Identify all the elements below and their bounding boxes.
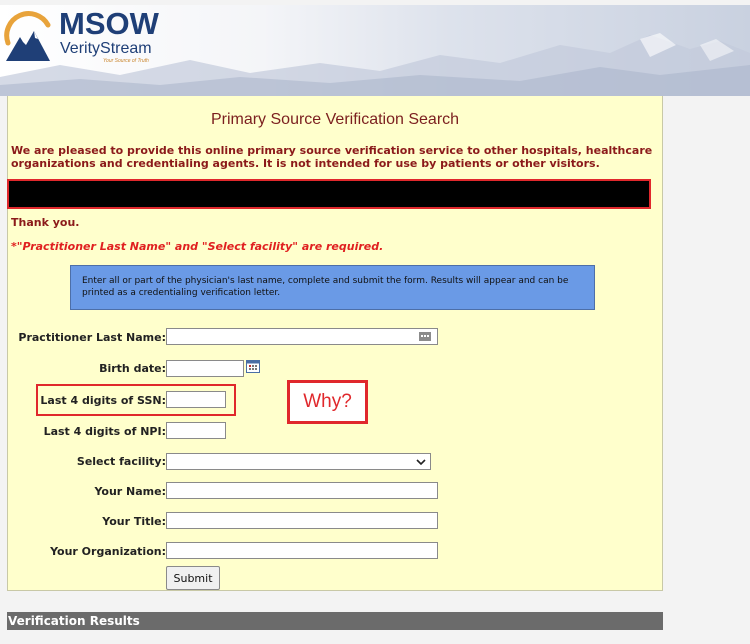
- facility-select[interactable]: [166, 453, 431, 470]
- verification-results-header: Verification Results: [7, 612, 663, 630]
- search-panel: Primary Source Verification Search We ar…: [7, 96, 663, 591]
- required-note: *"Practitioner Last Name" and "Select fa…: [11, 240, 384, 253]
- npi-label: Last 4 digits of NPI:: [43, 425, 166, 438]
- header-banner: MSOW VerityStream Your Source of Truth: [0, 5, 750, 96]
- thanks-text: Thank you.: [11, 216, 80, 229]
- your-name-input[interactable]: [166, 482, 438, 499]
- your-title-input[interactable]: [166, 512, 438, 529]
- last-name-label: Practitioner Last Name:: [18, 331, 166, 344]
- facility-label: Select facility:: [76, 455, 166, 468]
- autofill-icon[interactable]: [419, 332, 431, 341]
- last-name-input[interactable]: [166, 328, 438, 345]
- chevron-down-icon: [416, 459, 426, 466]
- ssn-label: Last 4 digits of SSN:: [40, 394, 166, 407]
- your-org-label: Your Organization:: [50, 545, 166, 558]
- intro-text: We are pleased to provide this online pr…: [11, 144, 653, 170]
- birth-date-input[interactable]: [166, 360, 244, 377]
- your-name-label: Your Name:: [94, 485, 166, 498]
- msow-logo-icon: [4, 11, 51, 61]
- brand-subtitle: VerityStream: [60, 40, 152, 57]
- your-title-label: Your Title:: [102, 515, 166, 528]
- page-title: Primary Source Verification Search: [210, 111, 460, 128]
- ssn-input[interactable]: [166, 391, 226, 408]
- your-org-input[interactable]: [166, 542, 438, 559]
- calendar-icon[interactable]: [246, 360, 260, 373]
- why-annotation: Why?: [287, 380, 368, 424]
- submit-button[interactable]: Submit: [166, 566, 220, 590]
- birth-date-label: Birth date:: [99, 362, 166, 375]
- npi-input[interactable]: [166, 422, 226, 439]
- brand-name: MSOW: [59, 6, 159, 41]
- brand-tagline: Your Source of Truth: [103, 58, 149, 64]
- info-box: Enter all or part of the physician's las…: [70, 265, 595, 310]
- redacted-block: [7, 179, 651, 209]
